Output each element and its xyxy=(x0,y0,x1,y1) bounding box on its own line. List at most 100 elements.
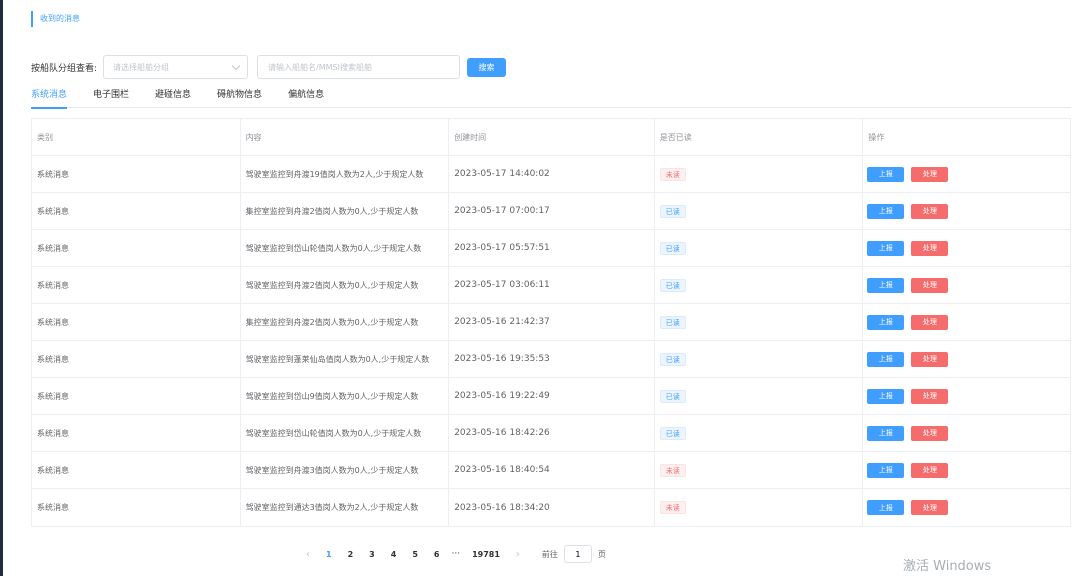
filter-row: 按船队分组查看: 请选择船舶分组 搜索 xyxy=(31,55,507,79)
status-badge: 未读 xyxy=(659,167,686,181)
report-button[interactable]: 上报 xyxy=(867,425,905,441)
row-time-text: 2023-05-16 18:42:26 xyxy=(454,428,550,438)
report-button[interactable]: 上报 xyxy=(867,462,905,478)
report-button[interactable]: 上报 xyxy=(867,166,905,182)
row-created-time: 2023-05-16 18:40:54 xyxy=(449,452,655,488)
chevron-down-icon xyxy=(231,61,241,70)
table-header-row: 类别 内容 创建时间 是否已读 操作 xyxy=(32,119,1070,156)
report-button[interactable]: 上报 xyxy=(867,388,905,404)
page-numbers: 1 2 3 4 5 6 xyxy=(318,550,447,559)
status-badge: 已读 xyxy=(659,389,686,403)
page-number[interactable]: 1 xyxy=(326,550,332,559)
tab-4[interactable]: 偏航信息 xyxy=(288,86,324,108)
header-category: 类别 xyxy=(32,119,241,155)
row-category: 系统消息 xyxy=(32,267,241,303)
row-time-text: 2023-05-17 05:57:51 xyxy=(454,243,550,253)
report-button[interactable]: 上报 xyxy=(867,351,905,367)
page-number[interactable]: 6 xyxy=(434,550,440,559)
status-badge: 已读 xyxy=(659,278,686,292)
ship-search-input[interactable] xyxy=(257,55,461,79)
handle-button[interactable]: 处理 xyxy=(911,314,949,330)
handle-button[interactable]: 处理 xyxy=(911,240,949,256)
tab-1[interactable]: 电子围栏 xyxy=(93,86,129,108)
row-content-text: 集控室监控到舟渡2值岗人数为0人,少于规定人数 xyxy=(245,206,419,216)
more-pages-icon[interactable]: ··· xyxy=(451,549,460,559)
prev-page-icon[interactable]: ‹ xyxy=(306,549,310,560)
table-row: 系统消息 驾驶室监控到舟渡2值岗人数为0人,少于规定人数 2023-05-17 03… xyxy=(32,267,1070,304)
row-content-text: 驾驶室监控到岱山轮值岗人数为0人,少于规定人数 xyxy=(245,243,422,253)
fleet-group-placeholder: 请选择船舶分组 xyxy=(113,62,170,72)
row-category: 系统消息 xyxy=(32,304,241,340)
row-category: 系统消息 xyxy=(32,193,241,229)
table-row: 系统消息 驾驶室监控到蓬莱仙岛值岗人数为0人,少于规定人数 2023-05-16 1… xyxy=(32,341,1070,378)
row-content: 驾驶室监控到岱山轮值岗人数为0人,少于规定人数 xyxy=(241,230,450,266)
row-created-time: 2023-05-16 21:42:37 xyxy=(449,304,655,340)
row-content-text: 驾驶室监控到蓬莱仙岛值岗人数为0人,少于规定人数 xyxy=(245,354,430,364)
row-content: 驾驶室监控到舟渡19值岗人数为2人,少于规定人数 xyxy=(241,156,450,192)
row-created-time: 2023-05-17 07:00:17 xyxy=(449,193,655,229)
row-read-status: 未读 xyxy=(655,489,864,526)
row-read-status: 已读 xyxy=(655,415,864,451)
table-row: 系统消息 集控室监控到舟渡2值岗人数为0人,少于规定人数 2023-05-16 21… xyxy=(32,304,1070,341)
row-category: 系统消息 xyxy=(32,415,241,451)
row-time-text: 2023-05-16 19:22:49 xyxy=(454,391,550,401)
row-content-text: 驾驶室监控到舟渡19值岗人数为2人,少于规定人数 xyxy=(245,169,424,179)
row-content-text: 集控室监控到舟渡2值岗人数为0人,少于规定人数 xyxy=(245,317,419,327)
row-content: 驾驶室监控到蓬莱仙岛值岗人数为0人,少于规定人数 xyxy=(241,341,450,377)
row-created-time: 2023-05-17 03:06:11 xyxy=(449,267,655,303)
next-page-icon[interactable]: › xyxy=(516,549,520,560)
handle-button[interactable]: 处理 xyxy=(911,500,949,515)
row-created-time: 2023-05-16 19:22:49 xyxy=(449,378,655,414)
filter-label: 按船队分组查看: xyxy=(31,63,98,74)
table-row: 系统消息 驾驶室监控到岱山轮值岗人数为0人,少于规定人数 2023-05-17 05… xyxy=(32,230,1070,267)
header-created-time: 创建时间 xyxy=(449,119,655,155)
report-button[interactable]: 上报 xyxy=(867,314,905,330)
row-content: 驾驶室监控到岱山轮值岗人数为0人,少于规定人数 xyxy=(241,415,450,451)
tab-2[interactable]: 避碰信息 xyxy=(155,86,191,108)
row-time-text: 2023-05-16 18:40:54 xyxy=(454,465,550,475)
search-button[interactable]: 搜索 xyxy=(467,57,507,77)
row-category: 系统消息 xyxy=(32,341,241,377)
goto-page-input[interactable] xyxy=(563,545,592,563)
handle-button[interactable]: 处理 xyxy=(911,166,949,182)
row-content: 驾驶室监控到岱山9值岗人数为0人,少于规定人数 xyxy=(241,378,450,414)
handle-button[interactable]: 处理 xyxy=(911,277,949,293)
row-actions: 上报 处理 xyxy=(863,415,1070,451)
tab-0[interactable]: 系统消息 xyxy=(31,86,68,109)
section-title: 收到的消息 xyxy=(31,11,80,27)
handle-button[interactable]: 处理 xyxy=(911,462,949,478)
row-read-status: 已读 xyxy=(655,341,864,377)
row-actions: 上报 处理 xyxy=(863,452,1070,488)
page-number[interactable]: 4 xyxy=(391,550,397,559)
status-badge: 未读 xyxy=(659,463,686,477)
handle-button[interactable]: 处理 xyxy=(911,425,949,441)
row-content-text: 驾驶室监控到舟渡3值岗人数为0人,少于规定人数 xyxy=(245,465,419,475)
report-button[interactable]: 上报 xyxy=(867,240,905,256)
row-actions: 上报 处理 xyxy=(863,341,1070,377)
table-row: 系统消息 集控室监控到舟渡2值岗人数为0人,少于规定人数 2023-05-17 07… xyxy=(32,193,1070,230)
page-number[interactable]: 5 xyxy=(412,550,418,559)
row-category: 系统消息 xyxy=(32,452,241,488)
handle-button[interactable]: 处理 xyxy=(911,203,949,219)
status-badge: 已读 xyxy=(659,204,686,218)
row-time-text: 2023-05-17 03:06:11 xyxy=(454,280,550,290)
handle-button[interactable]: 处理 xyxy=(911,351,949,367)
report-button[interactable]: 上报 xyxy=(867,277,905,293)
page-number[interactable]: 2 xyxy=(348,550,354,559)
goto-suffix: 页 xyxy=(597,549,606,559)
row-created-time: 2023-05-16 18:42:26 xyxy=(449,415,655,451)
row-actions: 上报 处理 xyxy=(863,378,1070,414)
last-page[interactable]: 19781 xyxy=(472,550,500,559)
report-button[interactable]: 上报 xyxy=(867,203,905,219)
fleet-group-select[interactable]: 请选择船舶分组 xyxy=(103,55,249,79)
tab-3[interactable]: 碍航物信息 xyxy=(217,86,262,108)
handle-button[interactable]: 处理 xyxy=(911,388,949,404)
message-tabs: 系统消息 电子围栏 避碰信息 碍航物信息 偏航信息 xyxy=(31,86,1071,109)
row-category: 系统消息 xyxy=(32,156,241,192)
table-row: 系统消息 驾驶室监控到岱山轮值岗人数为0人,少于规定人数 2023-05-16 18… xyxy=(32,415,1070,452)
row-read-status: 未读 xyxy=(655,156,864,192)
row-created-time: 2023-05-17 05:57:51 xyxy=(449,230,655,266)
status-badge: 已读 xyxy=(659,426,686,440)
page-number[interactable]: 3 xyxy=(369,550,375,559)
report-button[interactable]: 上报 xyxy=(867,500,905,515)
